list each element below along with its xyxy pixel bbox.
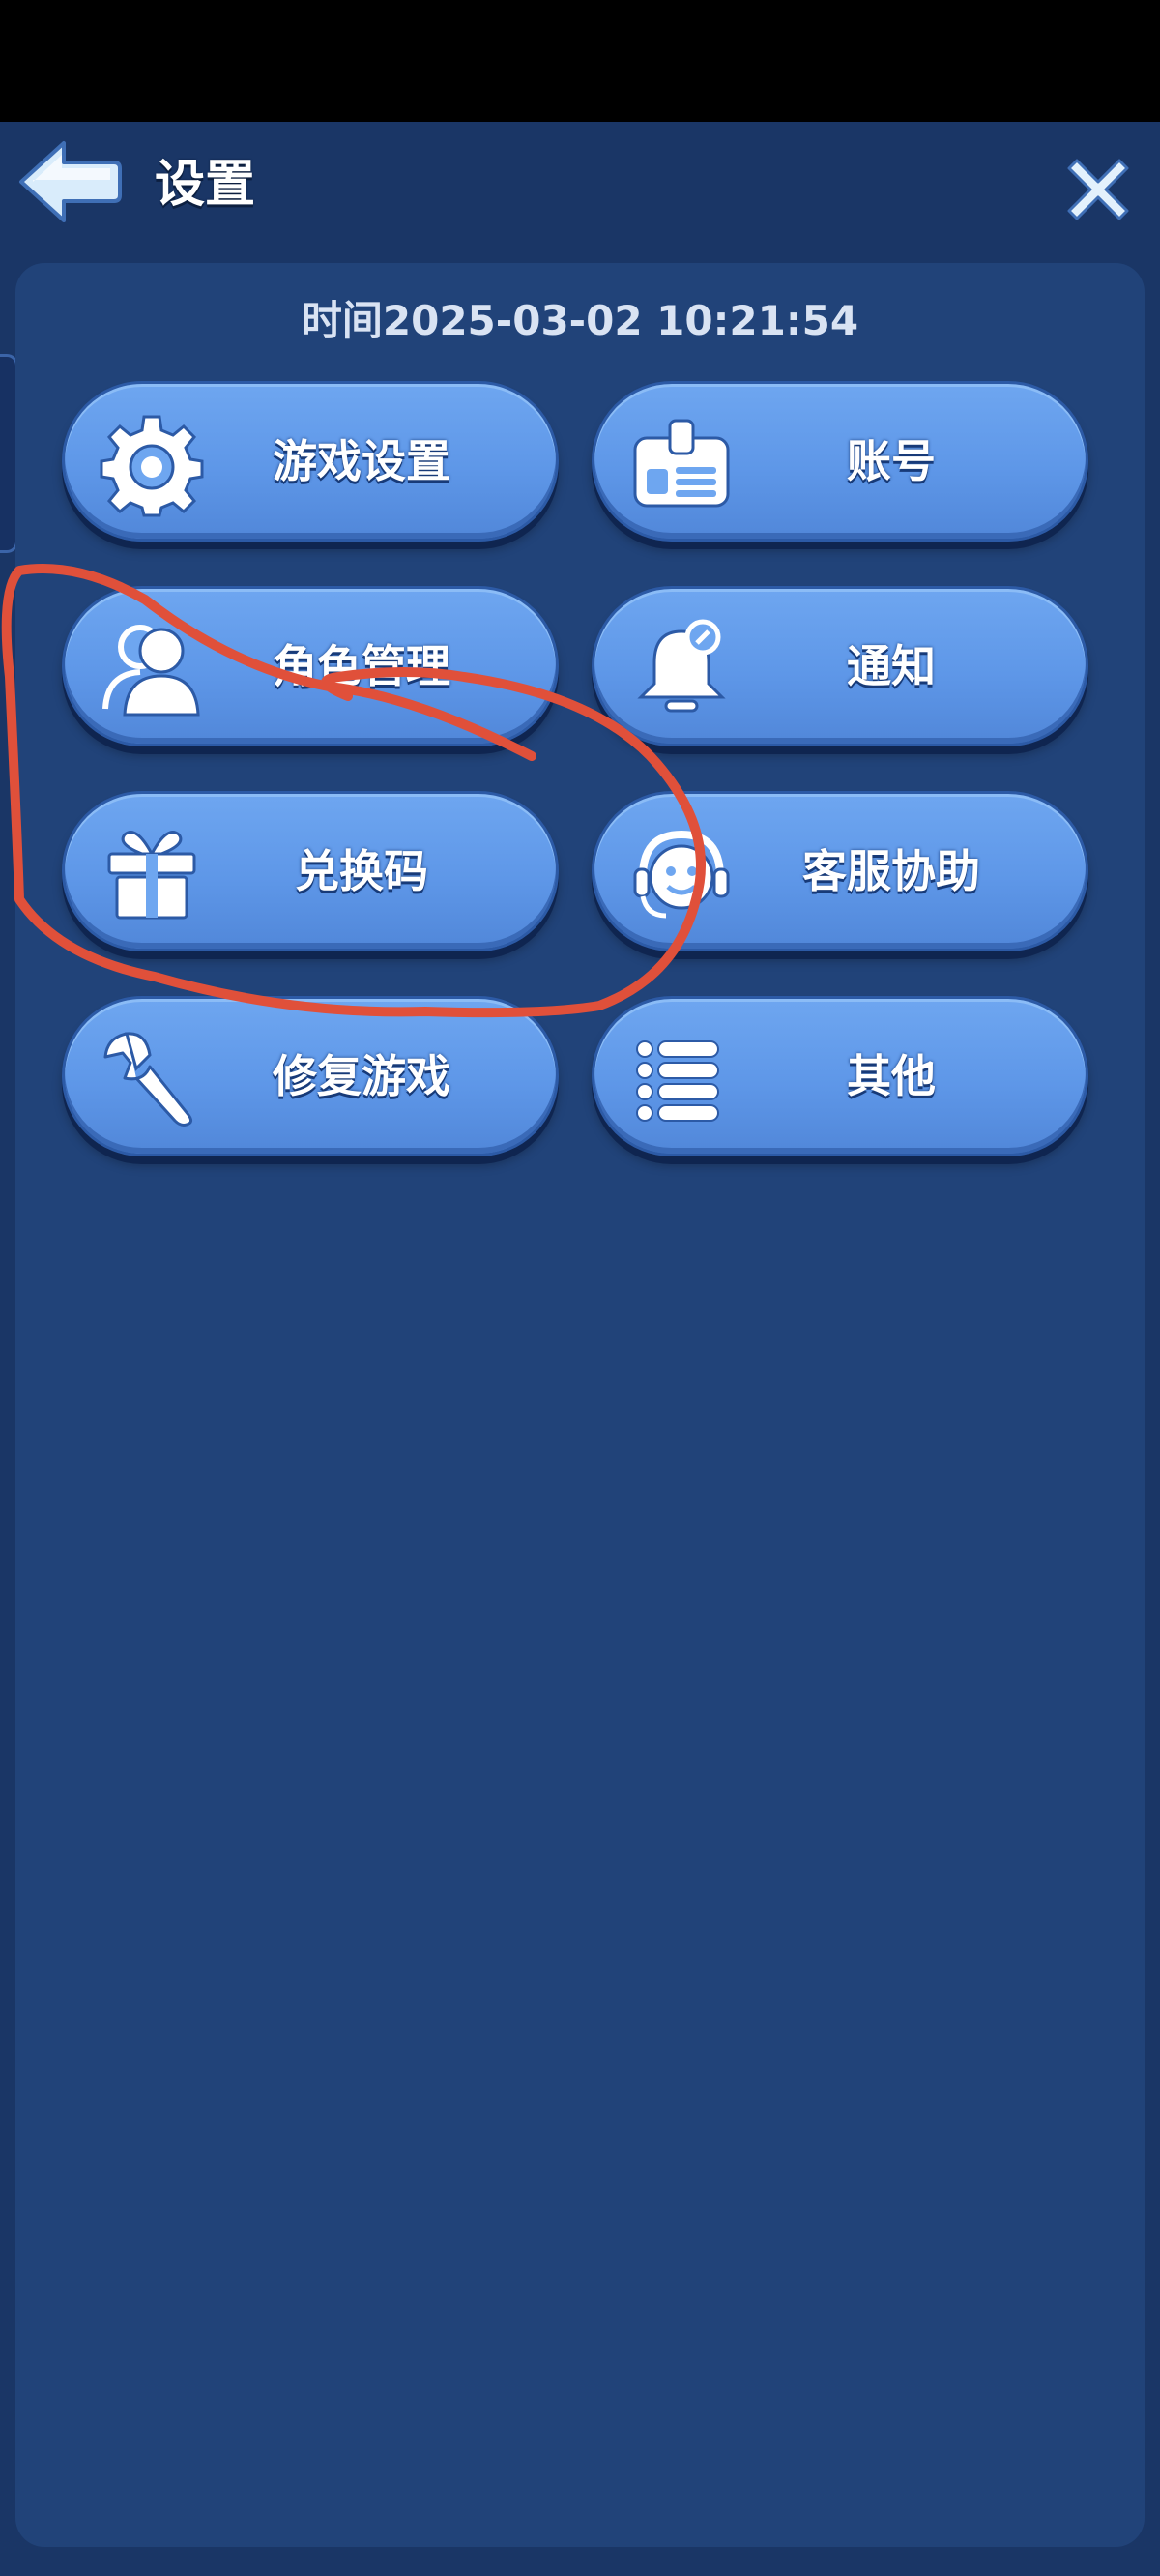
close-button[interactable] bbox=[1063, 155, 1133, 224]
back-arrow-icon bbox=[19, 141, 122, 222]
repair-game-button[interactable]: 修复游戏 bbox=[62, 996, 559, 1156]
other-label: 其他 bbox=[847, 1050, 936, 1102]
other-button[interactable]: 其他 bbox=[592, 996, 1088, 1156]
redeem-code-button[interactable]: 兑换码 bbox=[62, 791, 559, 951]
page-title: 设置 bbox=[155, 156, 256, 214]
close-icon bbox=[1067, 159, 1129, 220]
repair-game-label: 修复游戏 bbox=[273, 1050, 450, 1102]
game-settings-label: 游戏设置 bbox=[273, 435, 450, 487]
account-label: 账号 bbox=[847, 435, 936, 487]
redeem-code-label: 兑换码 bbox=[295, 845, 428, 897]
status-bar bbox=[0, 0, 1160, 122]
account-button[interactable]: 账号 bbox=[592, 381, 1088, 542]
notifications-label: 通知 bbox=[847, 640, 936, 692]
customer-support-button[interactable]: 客服协助 bbox=[592, 791, 1088, 951]
game-settings-button[interactable]: 游戏设置 bbox=[62, 381, 559, 542]
notifications-button[interactable]: 通知 bbox=[592, 586, 1088, 746]
back-button[interactable] bbox=[14, 135, 122, 228]
current-time: 时间2025-03-02 10:21:54 bbox=[301, 297, 859, 344]
role-management-button[interactable]: 角色管理 bbox=[62, 586, 559, 746]
customer-support-label: 客服协助 bbox=[802, 845, 980, 897]
role-management-label: 角色管理 bbox=[273, 640, 450, 692]
